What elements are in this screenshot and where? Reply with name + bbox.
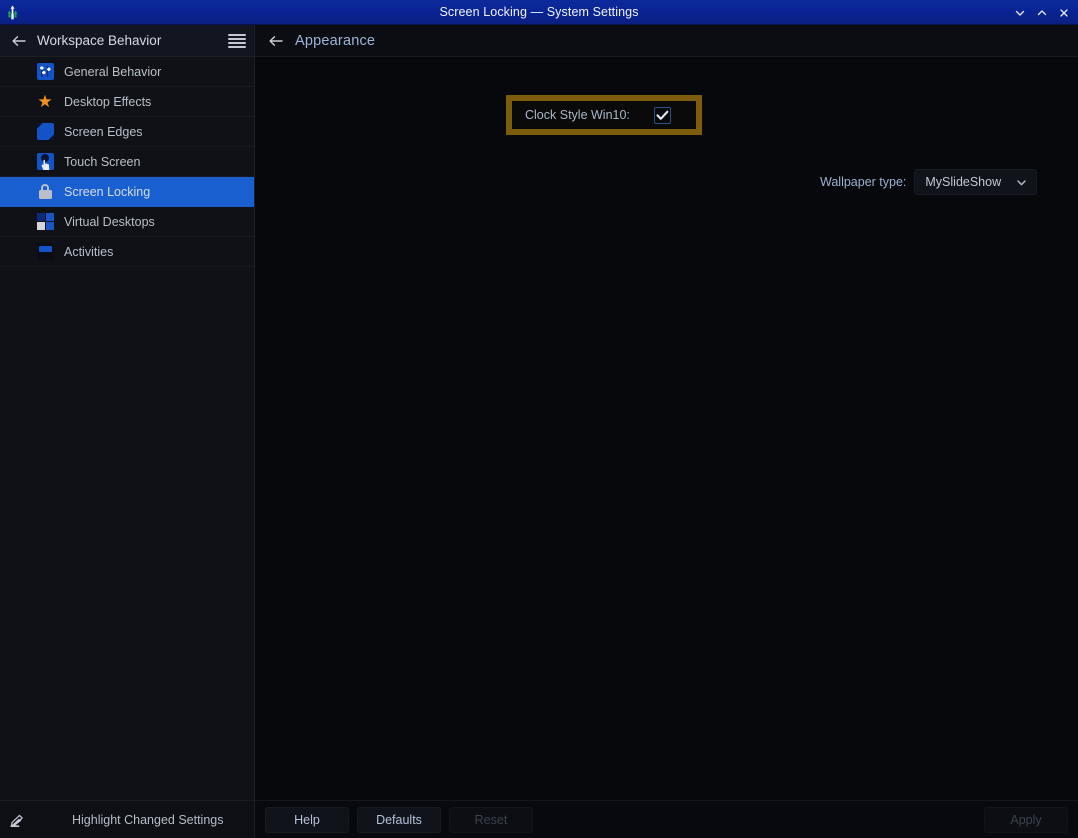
apply-button: Apply [984, 806, 1068, 833]
action-bar: Help Defaults Reset Apply [255, 800, 1078, 838]
wallpaper-type-row: Wallpaper type: MySlideShow [820, 169, 1038, 195]
close-button[interactable] [1054, 3, 1074, 23]
sidebar: Workspace Behavior General Behavior ★ De… [0, 25, 255, 838]
grid-squares-icon [36, 213, 54, 231]
sidebar-item-general-behavior[interactable]: General Behavior [0, 57, 254, 87]
page-title: Appearance [295, 32, 376, 49]
highlighter-pen-icon [8, 810, 28, 830]
clock-style-setting-group: Clock Style Win10: [506, 95, 702, 135]
app-body: Workspace Behavior General Behavior ★ De… [0, 25, 1078, 838]
lock-icon [36, 183, 54, 201]
reset-button: Reset [449, 806, 533, 833]
sidebar-item-label: Screen Locking [64, 184, 151, 199]
sidebar-title: Workspace Behavior [37, 33, 162, 48]
star-icon: ★ [37, 92, 53, 111]
sidebar-item-activities[interactable]: Activities [0, 237, 254, 267]
content-back-arrow-icon[interactable] [267, 32, 285, 50]
content-header: Appearance [255, 25, 1078, 57]
sidebar-header: Workspace Behavior [0, 25, 254, 57]
window-title: Screen Locking — System Settings [439, 5, 639, 19]
content-body: Clock Style Win10: Wallpaper type: MySli… [255, 57, 1078, 800]
chevron-down-icon [1015, 176, 1028, 189]
sidebar-item-virtual-desktops[interactable]: Virtual Desktops [0, 207, 254, 237]
sliders-icon [36, 63, 54, 81]
activities-icon [36, 243, 54, 261]
clock-style-checkbox[interactable] [653, 106, 671, 124]
sidebar-item-label: Desktop Effects [64, 94, 152, 109]
wallpaper-type-label: Wallpaper type: [820, 175, 907, 189]
minimize-button[interactable] [1010, 3, 1030, 23]
help-button[interactable]: Help [265, 806, 349, 833]
hamburger-menu-icon[interactable] [228, 32, 246, 50]
touch-hand-icon [36, 153, 54, 171]
window-controls [1010, 0, 1074, 25]
sidebar-item-label: Touch Screen [64, 154, 141, 169]
window-titlebar: Screen Locking — System Settings [0, 0, 1078, 25]
sidebar-item-label: Activities [64, 244, 114, 259]
checkmark-icon [656, 110, 669, 120]
sidebar-item-label: Virtual Desktops [64, 214, 155, 229]
arrow-left-icon[interactable] [10, 32, 28, 50]
sidebar-item-touch-screen[interactable]: Touch Screen [0, 147, 254, 177]
sidebar-item-screen-edges[interactable]: Screen Edges [0, 117, 254, 147]
sidebar-nav-list: General Behavior ★ Desktop Effects Scree… [0, 57, 254, 267]
sidebar-item-label: General Behavior [64, 64, 162, 79]
maximize-button[interactable] [1032, 3, 1052, 23]
screen-edges-icon [36, 123, 54, 141]
highlight-changed-settings-row[interactable]: Highlight Changed Settings [0, 800, 254, 838]
sidebar-item-screen-locking[interactable]: Screen Locking [0, 177, 254, 207]
clock-style-label: Clock Style Win10: [525, 108, 630, 122]
content-panel: Appearance Clock Style Win10: Wallpaper … [255, 25, 1078, 838]
kde-app-icon [0, 0, 25, 25]
sidebar-item-desktop-effects[interactable]: ★ Desktop Effects [0, 87, 254, 117]
wallpaper-type-value: MySlideShow [925, 175, 1002, 189]
highlight-changed-settings-label: Highlight Changed Settings [72, 812, 224, 827]
sidebar-item-label: Screen Edges [64, 124, 143, 139]
defaults-button[interactable]: Defaults [357, 806, 441, 833]
wallpaper-type-select[interactable]: MySlideShow [914, 169, 1038, 195]
